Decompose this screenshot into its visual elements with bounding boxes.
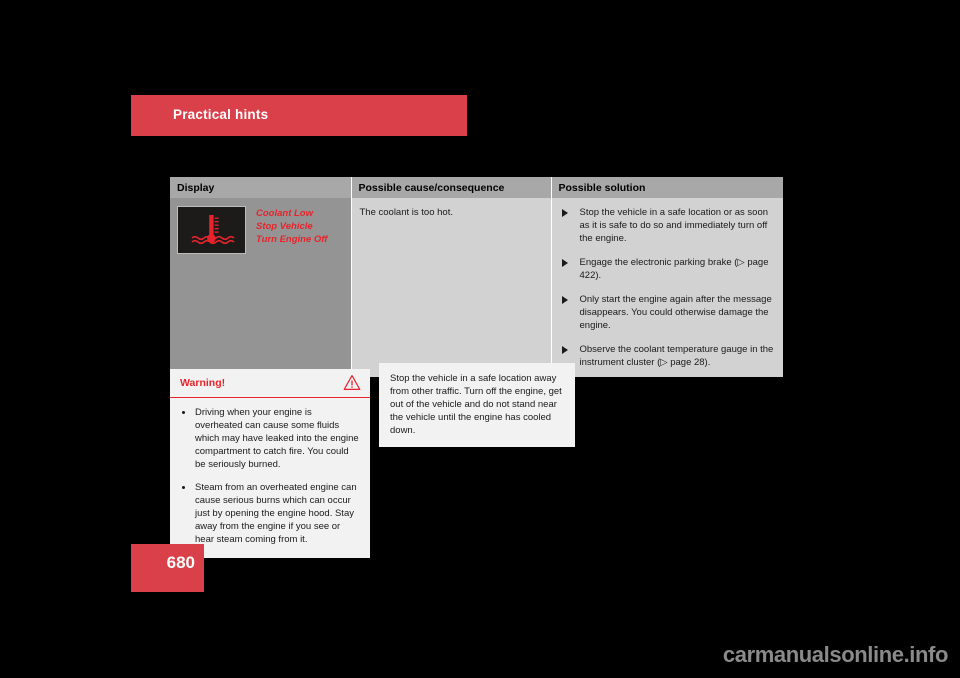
display-message-line: Coolant Low xyxy=(256,208,313,219)
bullet-triangle-icon xyxy=(561,296,568,304)
chapter-title: Practical hints xyxy=(173,107,269,122)
solution-item-text: Stop the vehicle in a safe location or a… xyxy=(579,207,769,244)
warning-list: Driving when your engine is overheated c… xyxy=(170,398,370,558)
warning-box: Warning! Driving when your engine is ove… xyxy=(170,369,370,558)
cause-text: The coolant is too hot. xyxy=(359,207,453,218)
warning-item: Steam from an overheated engine can caus… xyxy=(180,481,360,546)
solution-item-text: Observe the coolant temperature gauge in… xyxy=(579,344,774,368)
table-row: Coolant Low Stop Vehicle Turn Engine Off… xyxy=(170,198,783,377)
display-message: Coolant Low Stop Vehicle Turn Engine Off xyxy=(256,206,327,254)
bullet-triangle-icon xyxy=(561,346,568,354)
column-header-display: Display xyxy=(170,177,352,198)
page-number-block: 680 xyxy=(131,544,204,592)
warning-item: Driving when your engine is overheated c… xyxy=(180,406,360,471)
display-message-line: Turn Engine Off xyxy=(256,234,328,245)
coolant-temperature-warning-icon-svg xyxy=(191,215,235,245)
watermark: carmanualsonline.info xyxy=(722,642,948,667)
table-header-row: Display Possible cause/consequence Possi… xyxy=(170,177,783,198)
bullet-dot-icon xyxy=(182,486,185,489)
warning-title: Warning! xyxy=(180,377,226,389)
warning-triangle-icon-svg xyxy=(343,375,361,390)
solution-item-text: Only start the engine again after the me… xyxy=(579,294,772,331)
warning-triangle-icon xyxy=(343,374,361,391)
manual-page: Practical hints Display Possible cause/c… xyxy=(0,0,960,678)
page-number: 680 xyxy=(166,553,195,572)
warning-item-text: Steam from an overheated engine can caus… xyxy=(195,482,357,545)
note-box: Stop the vehicle in a safe location away… xyxy=(379,363,575,447)
solution-item: Engage the electronic parking brake (▷ p… xyxy=(560,256,776,282)
solution-item: Only start the engine again after the me… xyxy=(560,293,776,332)
column-header-solution: Possible solution xyxy=(551,177,783,198)
column-header-cause: Possible cause/consequence xyxy=(351,177,552,198)
solution-item: Stop the vehicle in a safe location or a… xyxy=(560,206,776,245)
solution-item: Observe the coolant temperature gauge in… xyxy=(560,343,776,369)
solution-list: Stop the vehicle in a safe location or a… xyxy=(560,206,776,369)
bullet-triangle-icon xyxy=(561,259,568,267)
chapter-banner: Practical hints xyxy=(131,95,467,136)
solution-item-text: Engage the electronic parking brake (▷ p… xyxy=(579,257,769,281)
warning-box-header: Warning! xyxy=(170,369,370,398)
practical-hints-table: Display Possible cause/consequence Possi… xyxy=(170,177,783,377)
bullet-triangle-icon xyxy=(561,209,568,217)
coolant-temperature-warning-icon xyxy=(177,206,246,254)
warning-item-text: Driving when your engine is overheated c… xyxy=(195,407,359,470)
solution-cell: Stop the vehicle in a safe location or a… xyxy=(551,198,783,377)
display-cell: Coolant Low Stop Vehicle Turn Engine Off xyxy=(170,198,352,377)
cause-cell: The coolant is too hot. xyxy=(351,198,552,377)
bullet-dot-icon xyxy=(182,411,185,414)
display-message-line: Stop Vehicle xyxy=(256,221,313,232)
